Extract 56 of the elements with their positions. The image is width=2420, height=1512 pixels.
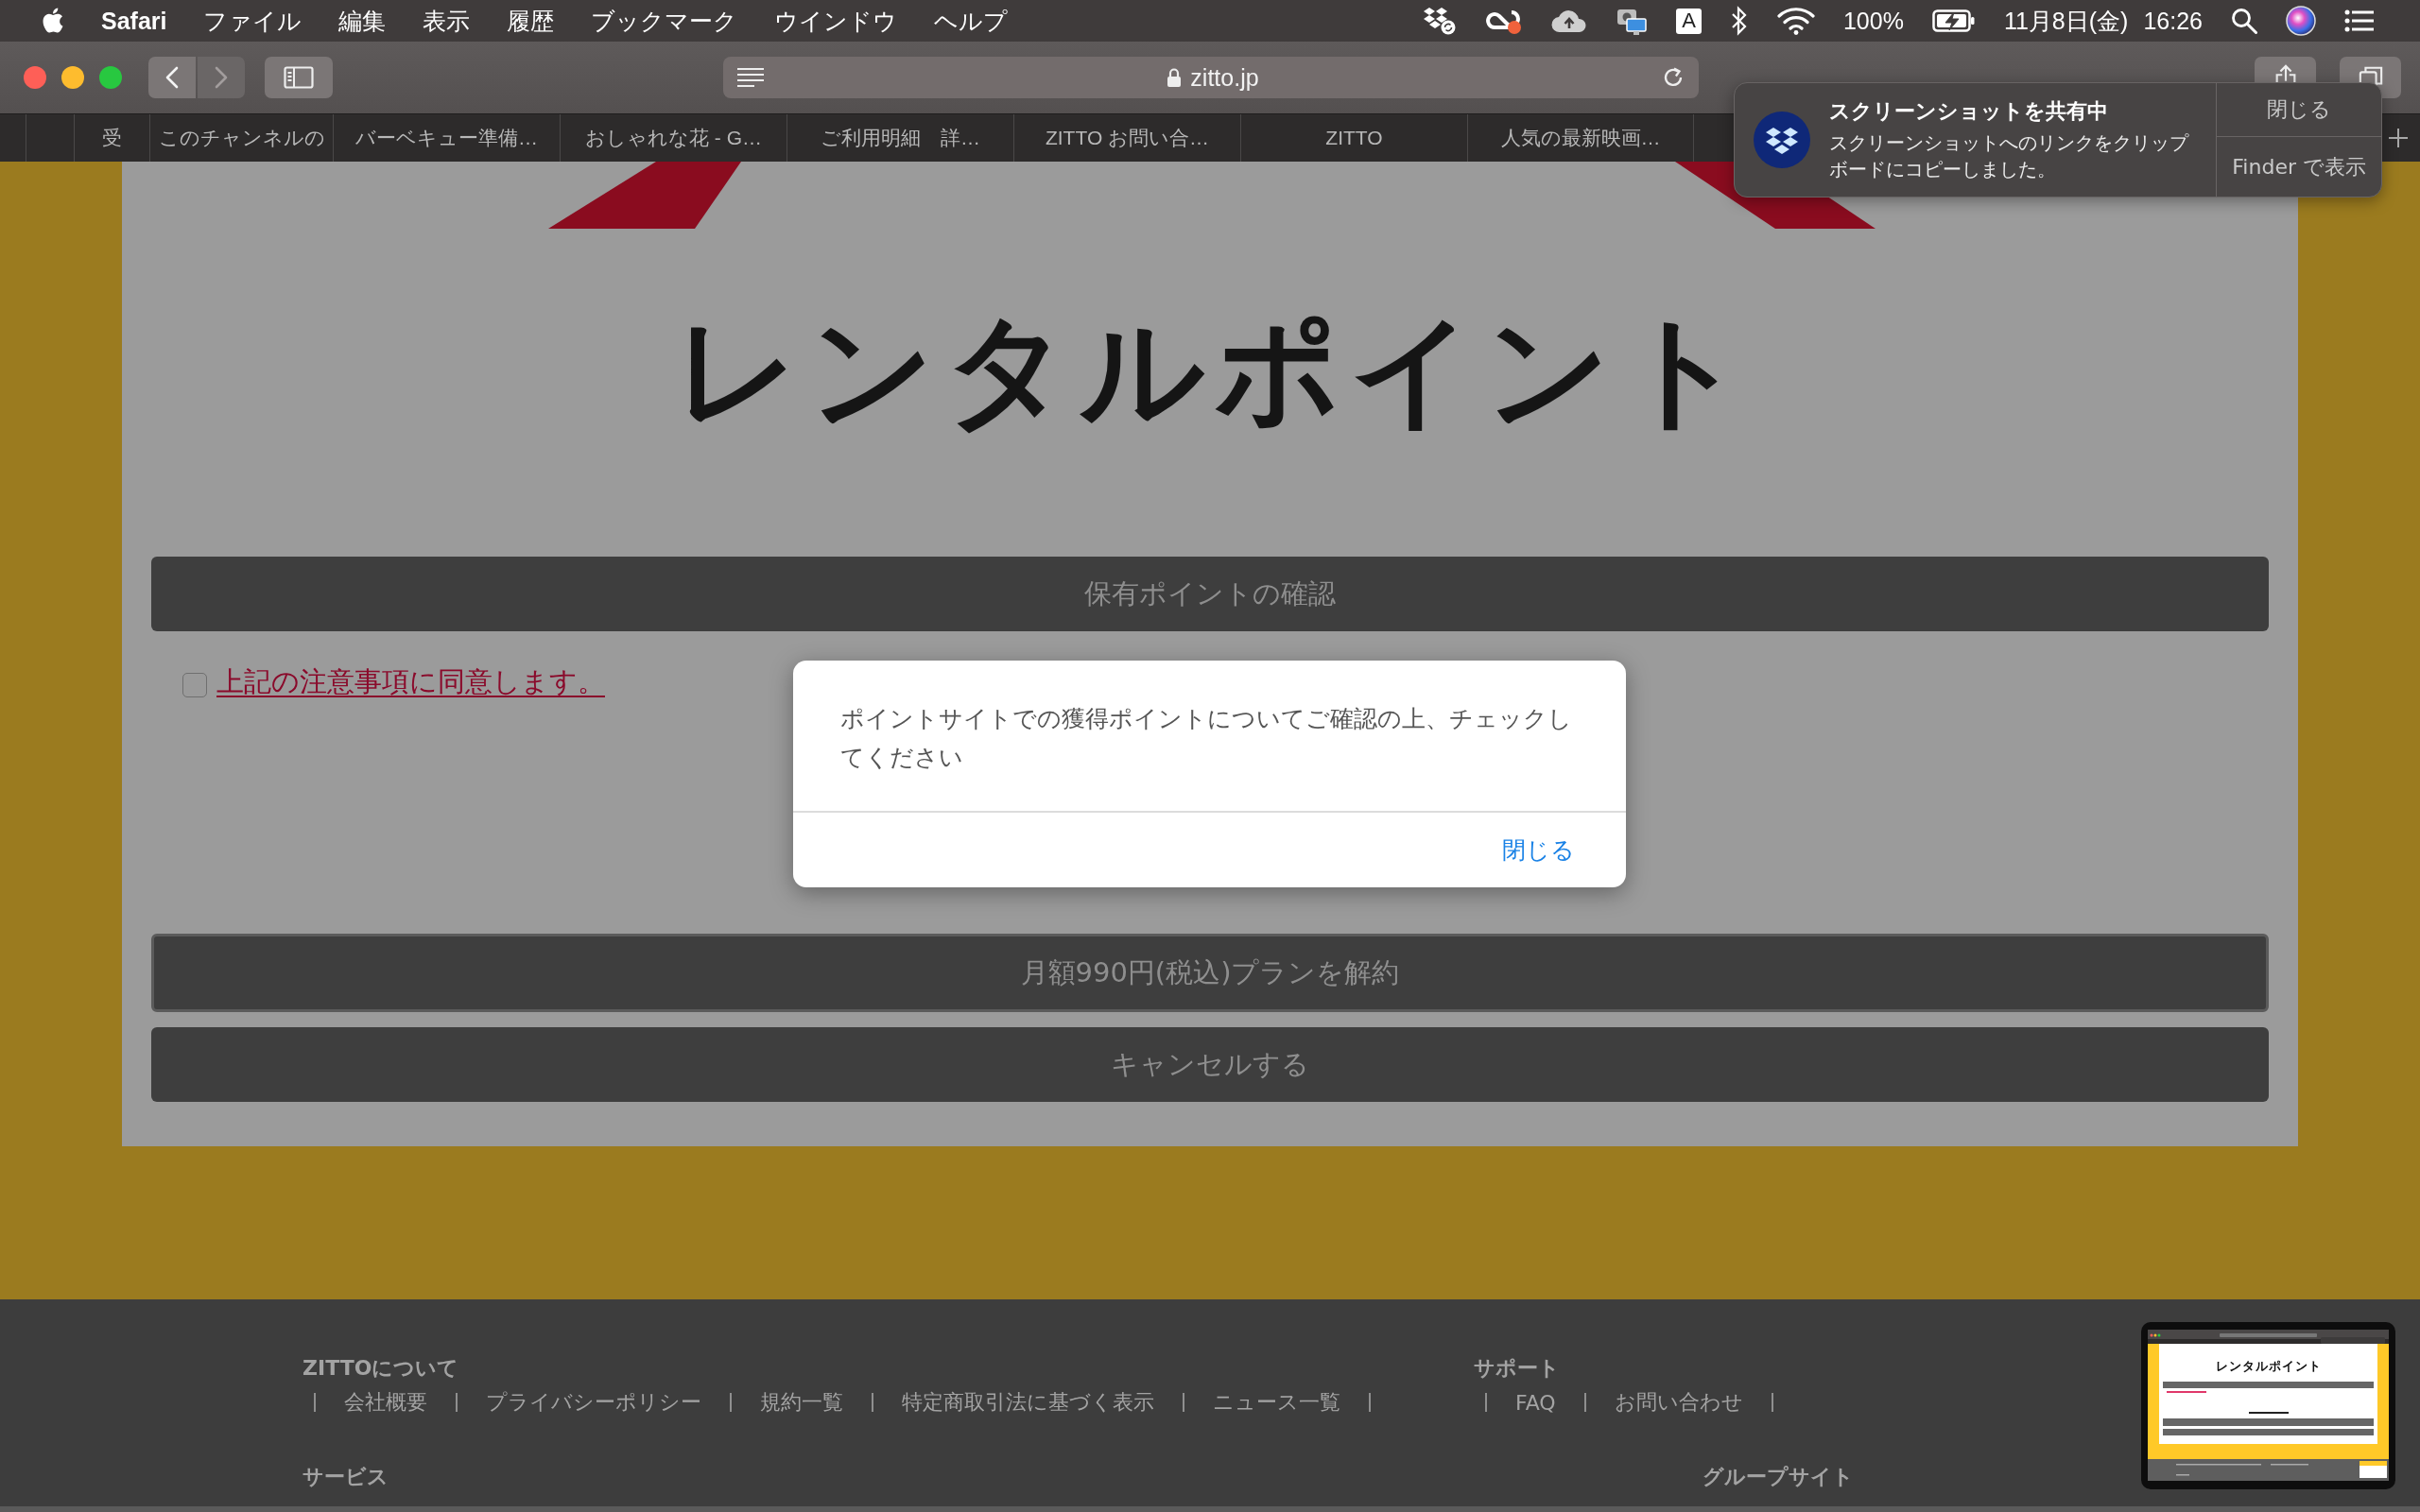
list-icon[interactable] xyxy=(2344,9,2375,33)
footer-heading: ZITTOについて xyxy=(302,1355,459,1382)
chevron-right-icon xyxy=(215,66,228,89)
dropbox-sync-icon[interactable] xyxy=(1422,7,1457,35)
notification-message: スクリーンショットへのリンクをクリップボードにコピーしました。 xyxy=(1829,130,2190,182)
battery-percentage[interactable]: 100% xyxy=(1842,7,1904,35)
agreement-link[interactable]: 上記の注意事項に同意します。 xyxy=(216,663,605,701)
dialog-message: ポイントサイトでの獲得ポイントについてご確認の上、チェックしてください xyxy=(793,661,1626,813)
thumbnail-title: レンタルポイント xyxy=(2215,1359,2322,1374)
battery-charging-icon[interactable] xyxy=(1931,9,1976,32)
apple-logo-icon[interactable] xyxy=(42,7,64,35)
page-title: レンタルポイント xyxy=(673,298,1756,444)
text-lines-icon[interactable] xyxy=(736,67,765,88)
menu-item[interactable]: ファイル xyxy=(203,5,302,37)
notification-title: スクリーンショットを共有中 xyxy=(1829,98,2109,125)
menu-item[interactable]: ブックマーク xyxy=(591,5,738,37)
menu-item[interactable]: 履歴 xyxy=(507,5,555,37)
footer-heading: サービス xyxy=(302,1464,389,1490)
notification-action-button[interactable]: Finder で表示 xyxy=(2217,137,2381,197)
sidebar-button[interactable] xyxy=(265,57,333,98)
footer-link[interactable]: 会社概要 xyxy=(344,1388,427,1417)
close-window-button[interactable] xyxy=(24,66,46,89)
address-field[interactable]: zitto.jp xyxy=(723,57,1699,98)
menu-item[interactable]: ヘルプ xyxy=(934,5,1009,37)
checkbox[interactable] xyxy=(182,673,207,697)
footer-link[interactable]: 規約一覧 xyxy=(760,1388,843,1417)
screenshot-thumbnail[interactable]: レンタルポイント xyxy=(2141,1322,2395,1489)
app-logo-icon xyxy=(1754,112,1810,168)
sidebar-icon xyxy=(284,66,314,89)
menu-item[interactable]: ウインドウ xyxy=(774,5,898,37)
footer-link[interactable]: FAQ xyxy=(1515,1390,1556,1415)
footer-heading: グループサイト xyxy=(1703,1464,1854,1490)
back-button[interactable] xyxy=(148,57,196,98)
menu-bar-date[interactable]: 11月8日(金) xyxy=(2003,5,2129,37)
minimize-window-button[interactable] xyxy=(61,66,84,89)
wifi-icon[interactable] xyxy=(1776,7,1815,35)
lock-icon xyxy=(1167,67,1183,88)
notification-action-button[interactable]: 閉じる xyxy=(2217,83,2381,137)
search-icon[interactable] xyxy=(2231,8,2257,34)
chevron-left-icon xyxy=(165,66,179,89)
menu-item[interactable]: 表示 xyxy=(423,5,471,37)
footer-heading: サポート xyxy=(1474,1355,1560,1382)
orb-icon[interactable] xyxy=(2286,6,2316,36)
footer-link[interactable]: お問い合わせ xyxy=(1614,1388,1743,1417)
footer-link[interactable]: ニュース一覧 xyxy=(1213,1388,1340,1417)
bluetooth-icon[interactable] xyxy=(1729,6,1749,36)
footer-link[interactable]: 特定商取引法に基づく表示 xyxy=(902,1388,1154,1417)
menu-bar-clock[interactable]: 16:26 xyxy=(2143,7,2203,35)
input-source-menu[interactable]: A xyxy=(1675,8,1702,34)
plus-icon[interactable] xyxy=(2388,128,2409,148)
dialog-close-button[interactable]: 閉じる xyxy=(1502,834,1575,866)
cloud-upload-icon[interactable] xyxy=(1550,9,1587,33)
zoom-window-button[interactable] xyxy=(99,66,122,89)
app-menu[interactable]: Safari xyxy=(101,7,167,35)
footer-link[interactable]: プライバシーポリシー xyxy=(486,1388,701,1417)
menu-item[interactable]: 編集 xyxy=(338,5,387,37)
